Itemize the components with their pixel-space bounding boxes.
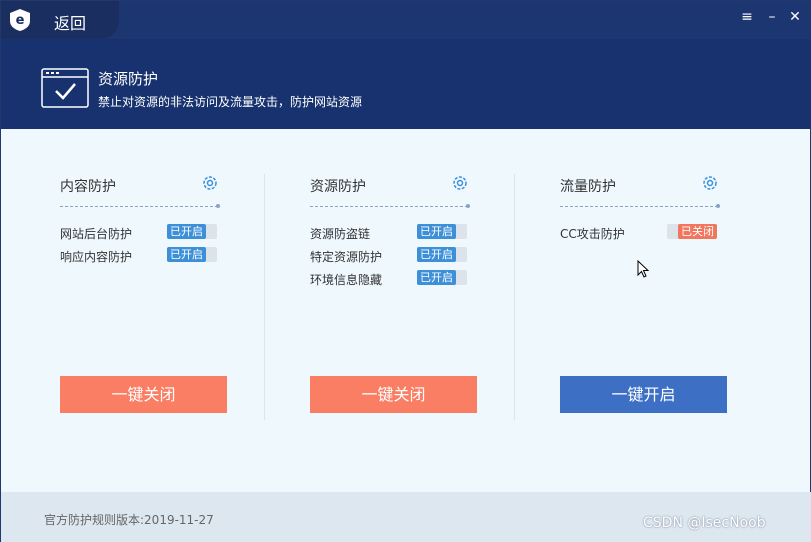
status-badge: 已开启 bbox=[417, 224, 456, 239]
dotted-divider bbox=[310, 204, 470, 208]
status-badge: 已关闭 bbox=[678, 224, 717, 239]
gear-icon[interactable] bbox=[201, 174, 219, 192]
row-label: CC攻击防护 bbox=[560, 227, 625, 241]
status-toggle[interactable]: 已开启 bbox=[167, 224, 217, 239]
page-subtitle: 禁止对资源的非法访问及流量攻击，防护网站资源 bbox=[98, 95, 363, 109]
row-label: 环境信息隐藏 bbox=[310, 273, 383, 287]
enable-all-button[interactable]: 一键开启 bbox=[560, 376, 727, 413]
status-badge: 已开启 bbox=[167, 224, 206, 239]
content-protection-panel: 内容防护 网站后台防护 已开启 响应内容防护 已开启 一键关闭 bbox=[1, 129, 251, 419]
status-badge: 已开启 bbox=[417, 270, 456, 285]
status-toggle[interactable]: 已开启 bbox=[417, 270, 467, 285]
row-label: 网站后台防护 bbox=[60, 227, 133, 241]
hamburger-menu-icon[interactable]: ≡ bbox=[738, 8, 756, 26]
gear-icon[interactable] bbox=[701, 174, 719, 192]
panel-title: 内容防护 bbox=[60, 179, 116, 195]
status-toggle[interactable]: 已开启 bbox=[417, 224, 467, 239]
app-logo-icon: e bbox=[10, 9, 30, 31]
protection-row: CC攻击防护 已关闭 bbox=[560, 224, 730, 242]
row-label: 资源防盗链 bbox=[310, 227, 371, 241]
close-icon[interactable]: ✕ bbox=[786, 8, 804, 26]
row-label: 响应内容防护 bbox=[60, 250, 133, 264]
titlebar: e 返回 ≡ – ✕ bbox=[1, 1, 811, 39]
resource-protection-panel: 资源防护 资源防盗链 已开启 特定资源防护 已开启 环境信息隐藏 已开启 一键关… bbox=[251, 129, 501, 419]
status-toggle[interactable]: 已关闭 bbox=[667, 224, 717, 239]
protection-row: 环境信息隐藏 已开启 bbox=[310, 270, 480, 288]
browser-shield-check-icon bbox=[41, 68, 89, 108]
disable-all-button[interactable]: 一键关闭 bbox=[60, 376, 227, 413]
watermark: CSDN @IsecNoob bbox=[643, 515, 766, 531]
traffic-protection-panel: 流量防护 CC攻击防护 已关闭 一键开启 bbox=[501, 129, 751, 419]
dotted-divider bbox=[560, 204, 720, 208]
svg-text:e: e bbox=[16, 13, 25, 28]
row-label: 特定资源防护 bbox=[310, 250, 383, 264]
protection-row: 特定资源防护 已开启 bbox=[310, 247, 480, 265]
app-window: e 返回 ≡ – ✕ 资源防护 禁止对资源的非法访问及流量攻击，防护网站资源 内… bbox=[0, 0, 811, 542]
panel-title: 流量防护 bbox=[560, 179, 616, 195]
protection-row: 资源防盗链 已开启 bbox=[310, 224, 480, 242]
status-toggle[interactable]: 已开启 bbox=[417, 247, 467, 262]
gear-icon[interactable] bbox=[451, 174, 469, 192]
panel-title: 资源防护 bbox=[310, 179, 366, 195]
back-button[interactable]: e 返回 bbox=[1, 1, 119, 39]
disable-all-button[interactable]: 一键关闭 bbox=[310, 376, 477, 413]
rules-version-text: 官方防护规则版本:2019-11-27 bbox=[44, 513, 214, 527]
header-banner: 资源防护 禁止对资源的非法访问及流量攻击，防护网站资源 bbox=[1, 39, 811, 129]
status-badge: 已开启 bbox=[417, 247, 456, 262]
minimize-icon[interactable]: – bbox=[763, 8, 781, 26]
status-toggle[interactable]: 已开启 bbox=[167, 247, 217, 262]
protection-row: 响应内容防护 已开启 bbox=[60, 247, 230, 265]
footer: 官方防护规则版本:2019-11-27 CSDN @IsecNoob bbox=[1, 492, 811, 542]
protection-row: 网站后台防护 已开启 bbox=[60, 224, 230, 242]
mouse-cursor-icon bbox=[637, 260, 649, 278]
status-badge: 已开启 bbox=[167, 247, 206, 262]
back-label: 返回 bbox=[54, 14, 87, 33]
dotted-divider bbox=[60, 204, 220, 208]
page-title: 资源防护 bbox=[98, 70, 159, 88]
